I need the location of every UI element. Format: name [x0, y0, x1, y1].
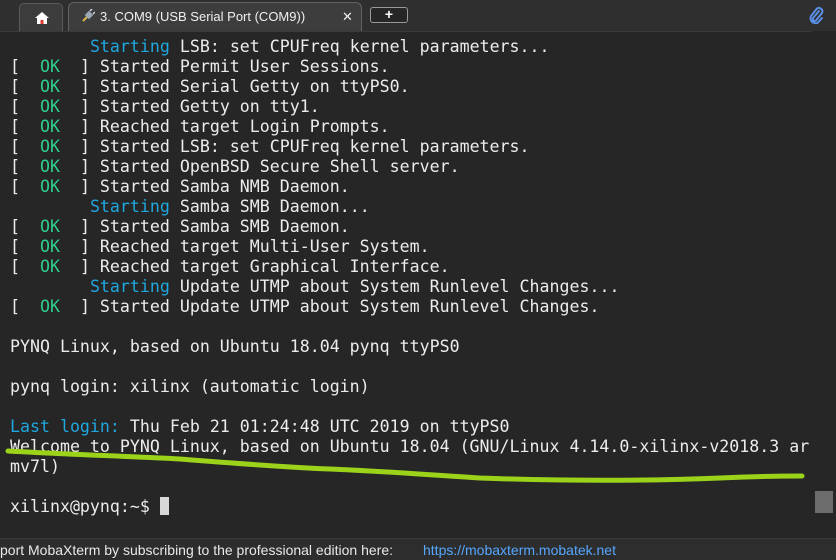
terminal-text: [ — [10, 137, 40, 156]
terminal-text: ] Reached target Graphical Interface. — [59, 257, 450, 276]
terminal[interactable]: Starting LSB: set CPUFreq kernel paramet… — [0, 31, 812, 539]
scrollbar-thumb[interactable] — [815, 491, 833, 513]
new-tab-button[interactable]: + — [370, 7, 408, 23]
terminal-text: ] Started OpenBSD Secure Shell server. — [59, 157, 460, 176]
terminal-text: [ — [10, 97, 40, 116]
terminal-text: [ — [10, 117, 40, 136]
terminal-line: [ OK ] Started Permit User Sessions. — [10, 57, 809, 77]
ok-status: OK — [39, 177, 60, 196]
ok-status: OK — [39, 257, 60, 276]
tab-bar: 3. COM9 (USB Serial Port (COM9)) ✕ + — [0, 0, 836, 31]
terminal-line: [ OK ] Started Update UTMP about System … — [10, 297, 809, 317]
terminal-line: pynq login: xilinx (automatic login) — [10, 377, 809, 397]
home-tab[interactable] — [19, 3, 63, 31]
terminal-line: [ OK ] Started Samba NMB Daemon. — [10, 177, 809, 197]
terminal-text: pynq login: xilinx (automatic login) — [10, 377, 370, 396]
terminal-line: Starting Update UTMP about System Runlev… — [10, 277, 809, 297]
mobaxterm-link[interactable]: https://mobaxterm.mobatek.net — [423, 542, 616, 558]
terminal-text: [ — [10, 177, 40, 196]
terminal-line: Welcome to PYNQ Linux, based on Ubuntu 1… — [10, 437, 809, 457]
terminal-line: PYNQ Linux, based on Ubuntu 18.04 pynq t… — [10, 337, 809, 357]
home-icon — [35, 12, 49, 24]
terminal-text: ] Started Samba SMB Daemon. — [59, 217, 350, 236]
terminal-text: PYNQ Linux, based on Ubuntu 18.04 pynq t… — [10, 337, 460, 356]
terminal-line: [ OK ] Reached target Login Prompts. — [10, 117, 809, 137]
terminal-text: ] Started Getty on tty1. — [59, 97, 320, 116]
status-keyword: Starting — [89, 197, 170, 216]
ok-status: OK — [39, 57, 60, 76]
terminal-line: xilinx@pynq:~$ — [10, 497, 809, 517]
terminal-text: Samba SMB Daemon... — [169, 197, 370, 216]
terminal-line: [ OK ] Started Serial Getty on ttyPS0. — [10, 77, 809, 97]
status-keyword: Starting — [89, 37, 170, 56]
paperclip-icon[interactable] — [807, 5, 825, 25]
serial-plug-icon — [82, 9, 95, 22]
terminal-text: ] Reached target Login Prompts. — [59, 117, 390, 136]
terminal-output: Starting LSB: set CPUFreq kernel paramet… — [10, 37, 809, 517]
status-keyword: Last login: — [10, 417, 120, 436]
terminal-line: [ OK ] Started LSB: set CPUFreq kernel p… — [10, 137, 809, 157]
tab-com9[interactable]: 3. COM9 (USB Serial Port (COM9)) ✕ — [68, 2, 362, 31]
terminal-text: ] Reached target Multi-User System. — [59, 237, 430, 256]
terminal-text: Update UTMP about System Runlevel Change… — [169, 277, 620, 296]
terminal-text: ] Started Samba NMB Daemon. — [59, 177, 350, 196]
tab-label: 3. COM9 (USB Serial Port (COM9)) — [100, 9, 306, 24]
terminal-line: [ OK ] Started Samba SMB Daemon. — [10, 217, 809, 237]
terminal-text: LSB: set CPUFreq kernel parameters... — [169, 37, 550, 56]
terminal-line: mv7l) — [10, 457, 809, 477]
terminal-text: ] Started Update UTMP about System Runle… — [59, 297, 600, 316]
status-bar: port MobaXterm by subscribing to the pro… — [0, 538, 836, 560]
ok-status: OK — [39, 117, 60, 136]
terminal-line: Starting LSB: set CPUFreq kernel paramet… — [10, 37, 809, 57]
terminal-text: [ — [10, 57, 40, 76]
terminal-text: [ — [10, 237, 40, 256]
terminal-line: Last login: Thu Feb 21 01:24:48 UTC 2019… — [10, 417, 809, 437]
terminal-text: xilinx@pynq:~$ — [10, 497, 160, 516]
terminal-text: Thu Feb 21 01:24:48 UTC 2019 on ttyPS0 — [119, 417, 510, 436]
terminal-cursor — [159, 497, 169, 515]
close-icon[interactable]: ✕ — [340, 9, 355, 24]
terminal-text: mv7l) — [10, 457, 60, 476]
terminal-line: [ OK ] Started Getty on tty1. — [10, 97, 809, 117]
ok-status: OK — [39, 97, 60, 116]
ok-status: OK — [39, 137, 60, 156]
ok-status: OK — [39, 237, 60, 256]
ok-status: OK — [39, 217, 60, 236]
terminal-line: Starting Samba SMB Daemon... — [10, 197, 809, 217]
status-text: port MobaXterm by subscribing to the pro… — [0, 542, 393, 558]
terminal-line: [ OK ] Reached target Multi-User System. — [10, 237, 809, 257]
terminal-text: Welcome to PYNQ Linux, based on Ubuntu 1… — [10, 437, 810, 456]
terminal-text: [ — [10, 77, 40, 96]
ok-status: OK — [39, 297, 60, 316]
terminal-text: [ — [10, 157, 40, 176]
terminal-text: ] Started LSB: set CPUFreq kernel parame… — [59, 137, 530, 156]
status-keyword: Starting — [89, 277, 170, 296]
terminal-text: ] Started Serial Getty on ttyPS0. — [59, 77, 410, 96]
terminal-text: [ — [10, 217, 40, 236]
terminal-line: [ OK ] Reached target Graphical Interfac… — [10, 257, 809, 277]
scrollbar[interactable] — [812, 31, 836, 538]
ok-status: OK — [39, 157, 60, 176]
terminal-text: [ — [10, 257, 40, 276]
terminal-line: [ OK ] Started OpenBSD Secure Shell serv… — [10, 157, 809, 177]
ok-status: OK — [39, 77, 60, 96]
terminal-text: ] Started Permit User Sessions. — [59, 57, 390, 76]
terminal-text: [ — [10, 297, 40, 316]
